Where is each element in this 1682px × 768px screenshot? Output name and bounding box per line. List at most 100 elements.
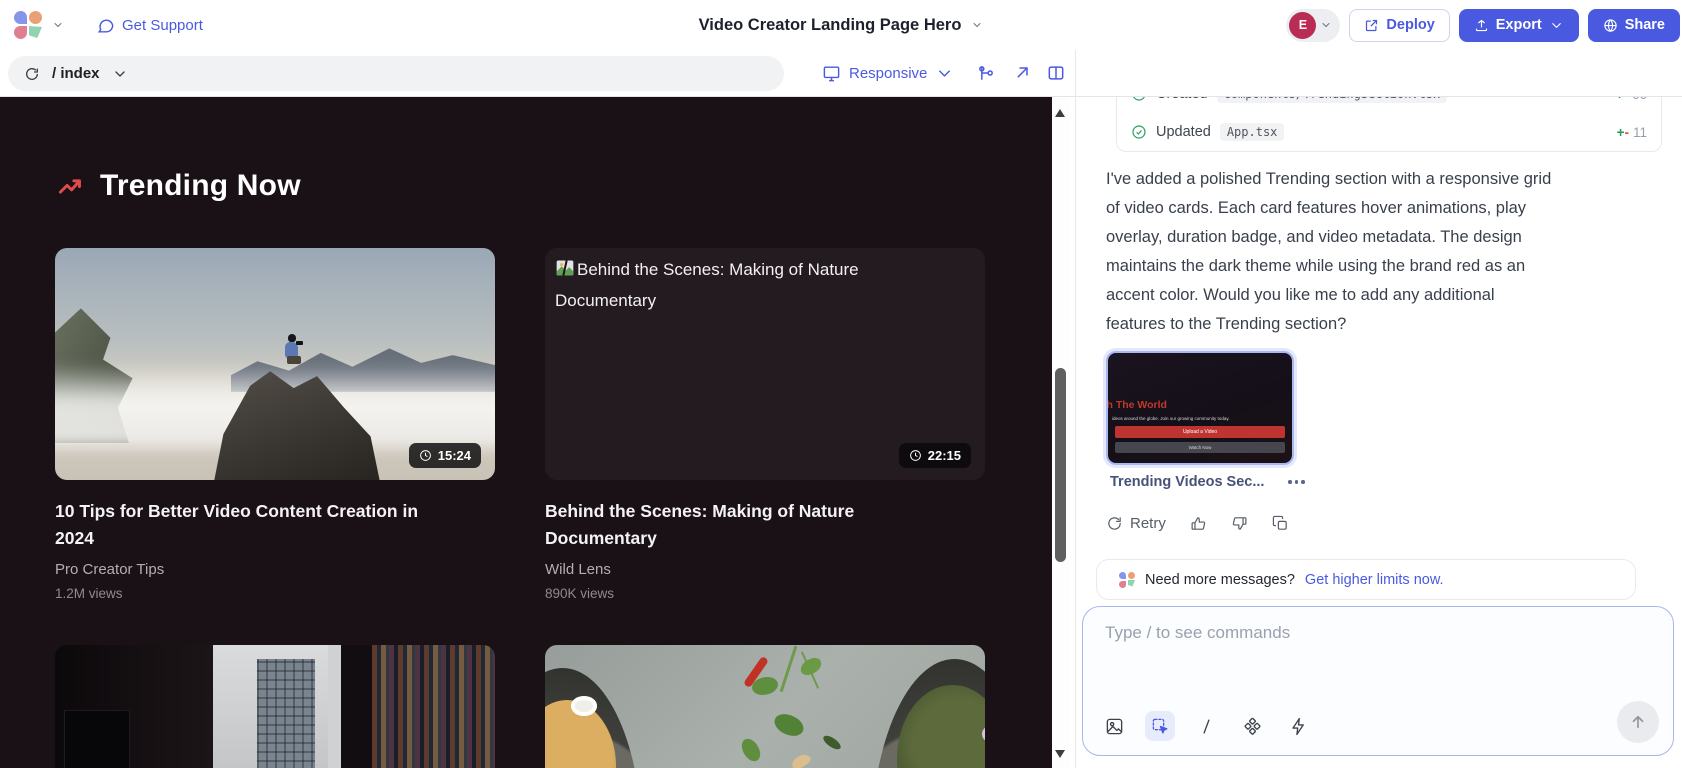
broken-image-icon [555, 258, 575, 287]
export-label: Export [1496, 17, 1542, 33]
check-circle-icon [1131, 124, 1147, 140]
chat-bubble-icon [96, 16, 115, 35]
video-views: 890K views [545, 586, 985, 601]
route-path: / index [52, 65, 100, 82]
quick-actions-icon[interactable] [1283, 711, 1313, 741]
limits-text: Need more messages? [1145, 572, 1295, 588]
top-bar: Get Support Video Creator Landing Page H… [0, 0, 1682, 50]
share-button[interactable]: Share [1588, 9, 1680, 42]
chat-input-box[interactable] [1082, 606, 1674, 756]
scroll-down-arrow[interactable] [1055, 750, 1065, 758]
video-title[interactable]: 10 Tips for Better Video Content Creatio… [55, 498, 495, 552]
video-card-partial[interactable] [55, 645, 495, 768]
video-thumbnail[interactable]: 15:24 [55, 248, 495, 480]
get-support-label: Get Support [122, 17, 203, 34]
external-link-icon [1364, 18, 1379, 33]
preview-scrollbar-thumb[interactable] [1055, 368, 1066, 562]
video-channel: Wild Lens [545, 561, 985, 578]
video-card[interactable]: 15:24 10 Tips for Better Video Content C… [55, 248, 495, 601]
preview-scrollbar[interactable] [1052, 97, 1069, 768]
limits-banner: Need more messages? Get higher limits no… [1096, 559, 1636, 600]
export-button[interactable]: Export [1459, 9, 1579, 42]
thumbs-up-button[interactable] [1190, 515, 1207, 532]
attachment-label[interactable]: Trending Videos Sec... [1110, 474, 1264, 490]
retry-button[interactable]: Retry [1106, 515, 1166, 532]
video-channel: Pro Creator Tips [55, 561, 495, 578]
send-button[interactable] [1617, 701, 1659, 743]
share-label: Share [1625, 17, 1665, 33]
split-view-icon[interactable] [1046, 63, 1066, 83]
deploy-button[interactable]: Deploy [1349, 9, 1449, 42]
top-bar-left: Get Support [0, 11, 203, 39]
clock-icon [419, 449, 432, 462]
get-higher-limits-link[interactable]: Get higher limits now. [1305, 572, 1444, 588]
export-chevron-down-icon [1549, 18, 1564, 33]
account-menu[interactable]: E [1286, 9, 1340, 42]
project-title: Video Creator Landing Page Hero [699, 16, 962, 35]
component-preview-thumbnail[interactable]: th The World ideos around the globe. Joi… [1106, 351, 1294, 465]
thumbs-down-icon [1231, 515, 1248, 532]
app-logo-icon[interactable] [14, 11, 42, 39]
avatar: E [1289, 12, 1316, 39]
path-chevron-down-icon[interactable] [112, 66, 128, 82]
diff-count: +-11 [1617, 125, 1647, 140]
logo-chevron-down-icon[interactable] [52, 19, 64, 31]
trending-section-header: Trending Now [57, 169, 301, 203]
file-op-row[interactable]: Updated App.tsx +-11 [1117, 113, 1661, 151]
diff-count: +-66 [1616, 97, 1647, 102]
upload-icon [1474, 18, 1489, 33]
avatar-chevron-down-icon [1320, 19, 1332, 31]
monitor-icon [822, 64, 841, 83]
responsive-label: Responsive [849, 65, 927, 82]
video-views: 1.2M views [55, 586, 495, 601]
attach-image-icon[interactable] [1099, 711, 1129, 741]
assistant-message: I've added a polished Trending section w… [1106, 165, 1672, 339]
video-thumbnail-broken[interactable]: Behind the Scenes: Making of Nature Docu… [545, 248, 985, 480]
trending-title: Trending Now [100, 169, 301, 203]
image-alt-text: Behind the Scenes: Making of Nature Docu… [555, 256, 859, 315]
app-logo-icon [1119, 572, 1135, 588]
duration-badge: 22:15 [899, 443, 971, 468]
attachment-label-row: Trending Videos Sec... [1110, 474, 1309, 490]
video-title[interactable]: Behind the Scenes: Making of Nature Docu… [545, 498, 985, 552]
file-chip[interactable]: App.tsx [1220, 123, 1285, 141]
responsive-selector[interactable]: Responsive [822, 50, 954, 97]
title-chevron-down-icon[interactable] [971, 19, 983, 31]
preview-pane: Trending Now 15:24 10 Tips for Better Vi… [0, 97, 1052, 768]
top-bar-right: E Deploy Export Share [1286, 0, 1680, 50]
room-photo [55, 645, 495, 768]
file-op-row[interactable]: Created components/TrendingSection.tsx +… [1117, 97, 1661, 113]
refresh-icon[interactable] [24, 66, 40, 82]
get-support-link[interactable]: Get Support [96, 16, 203, 35]
deploy-label: Deploy [1386, 17, 1434, 33]
file-chip[interactable]: components/TrendingSection.tsx [1217, 97, 1448, 103]
chat-input[interactable] [1083, 607, 1673, 687]
select-element-icon[interactable] [1145, 711, 1175, 741]
scroll-up-arrow[interactable] [1055, 109, 1065, 117]
more-options-icon[interactable] [1284, 476, 1309, 488]
thumbs-down-button[interactable] [1231, 515, 1248, 532]
slash-command-icon[interactable] [1191, 711, 1221, 741]
video-thumbnail[interactable] [545, 645, 985, 768]
responsive-chevron-down-icon [935, 64, 954, 83]
url-bar[interactable]: / index [8, 56, 784, 91]
food-photo [545, 645, 985, 768]
video-thumbnail[interactable] [55, 645, 495, 768]
copy-button[interactable] [1272, 515, 1289, 532]
app-window: Get Support Video Creator Landing Page H… [0, 0, 1682, 768]
message-actions: Retry [1106, 515, 1289, 532]
input-toolbar [1099, 711, 1313, 741]
integrations-icon[interactable] [1237, 711, 1267, 741]
trending-up-icon [57, 173, 84, 200]
arrow-up-icon [1629, 713, 1647, 731]
component-inspector-icon[interactable] [976, 63, 996, 83]
copy-icon [1272, 515, 1289, 532]
open-in-new-tab-icon[interactable] [1012, 63, 1032, 83]
clock-icon [909, 449, 922, 462]
video-card[interactable]: Behind the Scenes: Making of Nature Docu… [545, 248, 985, 601]
retry-icon [1106, 515, 1123, 532]
check-circle-icon [1131, 97, 1147, 102]
duration-badge: 15:24 [409, 443, 481, 468]
video-card-partial[interactable] [545, 645, 985, 768]
chat-pane: Created components/TrendingSection.tsx +… [1076, 97, 1682, 768]
